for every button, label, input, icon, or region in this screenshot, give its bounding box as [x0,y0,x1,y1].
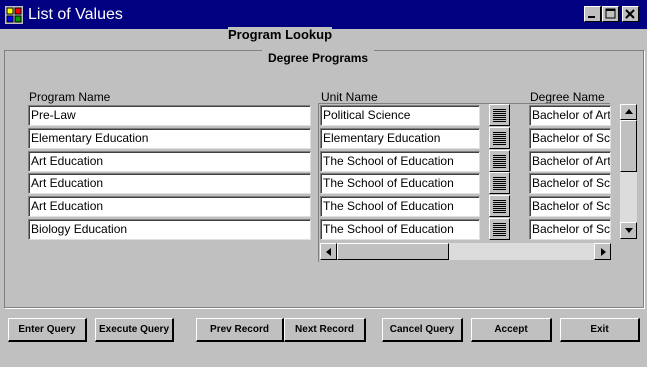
close-icon [625,9,635,19]
degree-name-field[interactable]: Bachelor of Science [529,196,611,217]
program-name-field[interactable]: Art Education [28,151,311,172]
program-name-field[interactable]: Pre-Law [28,105,311,126]
scroll-down-button[interactable] [620,222,637,239]
degree-name-field[interactable]: Bachelor of Arts [529,151,611,172]
column-header-program-name: Program Name [29,90,111,104]
unit-name-field[interactable]: Political Science [320,105,480,126]
degree-name-field[interactable]: Bachelor of Science [529,173,611,194]
scroll-up-button[interactable] [620,104,637,120]
unit-name-field[interactable]: Elementary Education [320,128,480,149]
list-of-values-button[interactable] [489,172,510,194]
program-name-field[interactable]: Elementary Education [28,128,311,149]
column-header-degree-name: Degree Name [530,90,605,104]
list-of-values-button[interactable] [489,218,510,240]
column-header-unit-name: Unit Name [321,90,378,104]
prev-record-button[interactable]: Prev Record [196,318,284,342]
maximize-icon [605,8,616,19]
arrow-right-icon [601,248,606,256]
program-name-field[interactable]: Art Education [28,196,311,217]
minimize-icon [588,16,595,18]
section-title: Degree Programs [262,50,375,66]
list-icon [493,177,506,190]
list-of-values-button[interactable] [489,104,510,126]
list-icon [493,155,506,168]
close-button[interactable] [622,6,639,22]
list-of-values-button[interactable] [489,127,510,149]
list-icon [493,200,506,213]
vertical-scroll-thumb[interactable] [620,120,637,172]
unit-name-field[interactable]: The School of Education [320,196,480,217]
program-name-field[interactable]: Biology Education [28,219,311,240]
unit-name-field[interactable]: The School of Education [320,151,480,172]
arrow-up-icon [625,109,633,114]
accept-button[interactable]: Accept [471,318,552,342]
scroll-right-button[interactable] [594,243,611,260]
enter-query-button[interactable]: Enter Query [8,318,87,342]
app-icon [5,6,23,24]
degree-name-field[interactable]: Bachelor of Science [529,128,611,149]
unit-name-field[interactable]: The School of Education [320,173,480,194]
degree-name-field[interactable]: Bachelor of Arts [529,105,611,126]
next-record-button[interactable]: Next Record [284,318,366,342]
list-icon [493,223,506,236]
horizontal-scroll-thumb[interactable] [337,243,449,260]
arrow-down-icon [625,228,633,233]
minimize-button[interactable] [584,6,601,22]
list-icon [493,109,506,122]
degree-name-field[interactable]: Bachelor of Science [529,219,611,240]
window-title: List of Values [28,6,123,23]
cancel-query-button[interactable]: Cancel Query [382,318,463,342]
exit-button[interactable]: Exit [560,318,640,342]
maximize-button[interactable] [602,6,619,22]
list-icon [493,132,506,145]
list-of-values-button[interactable] [489,150,510,172]
unit-name-field[interactable]: The School of Education [320,219,480,240]
program-name-field[interactable]: Art Education [28,173,311,194]
list-of-values-button[interactable] [489,195,510,217]
page-heading: Program Lookup [228,27,333,43]
execute-query-button[interactable]: Execute Query [95,318,174,342]
arrow-left-icon [326,248,331,256]
scroll-left-button[interactable] [320,243,337,260]
